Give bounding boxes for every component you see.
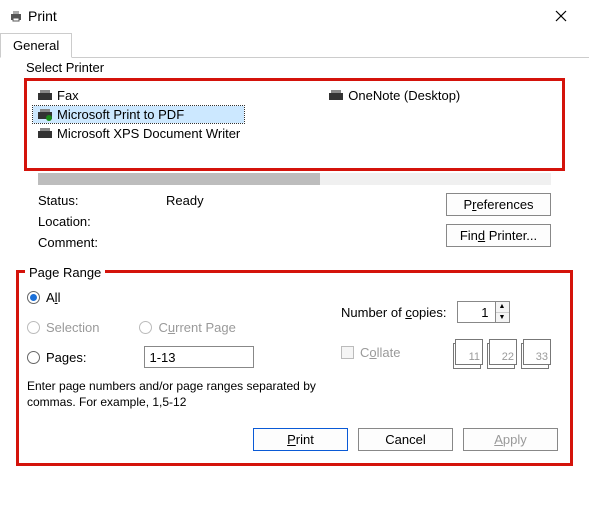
print-button[interactable]: Print (253, 428, 348, 451)
status-value: Ready (166, 193, 204, 208)
preferences-button[interactable]: Preferences (446, 193, 551, 216)
copies-input[interactable] (457, 301, 495, 323)
page-stack-icon: 11 (455, 339, 483, 365)
page-stack-icon: 22 (489, 339, 517, 365)
copies-row: Number of copies: ▲ ▼ (341, 301, 551, 323)
printer-item-label: Fax (57, 88, 79, 103)
spinner-up[interactable]: ▲ (496, 302, 509, 313)
collate-illustration: 11 22 33 (455, 339, 551, 365)
page-range-legend: Page Range (25, 265, 105, 280)
printer-item-label: Microsoft XPS Document Writer (57, 126, 240, 141)
printer-icon (37, 127, 53, 141)
printer-item-label: OneNote (Desktop) (348, 88, 460, 103)
printer-list-scrollbar[interactable] (38, 173, 551, 185)
tab-strip: General (0, 32, 589, 58)
dialog-button-bar: Print Cancel Apply (27, 410, 562, 455)
select-printer-group: Select Printer Fax Microsoft Print to PD… (16, 68, 573, 262)
highlight-printer-box: Fax Microsoft Print to PDF Microsoft Pri… (24, 78, 565, 171)
window-title: Print (24, 8, 541, 24)
collate-row: Collate 11 22 33 (341, 339, 551, 365)
page-stack-icon: 33 (523, 339, 551, 365)
printer-item-fax[interactable]: Fax (33, 87, 244, 104)
status-label: Status: (38, 193, 108, 208)
page-range-hint: Enter page numbers and/or page ranges se… (27, 379, 327, 410)
printer-icon (328, 89, 344, 103)
close-icon (555, 10, 567, 22)
printer-item-ms-pdf[interactable]: Microsoft Print to PDF (33, 106, 244, 123)
radio-all[interactable]: All (27, 287, 327, 307)
comment-label: Comment: (38, 235, 108, 250)
printer-item-onenote[interactable]: OneNote (Desktop) (324, 87, 464, 104)
select-printer-legend: Select Printer (22, 60, 108, 75)
tab-general[interactable]: General (0, 33, 72, 58)
printer-pdf-icon (37, 108, 53, 122)
printer-item-ms-xps[interactable]: Microsoft Print to PDF Microsoft XPS Doc… (33, 125, 244, 142)
pages-input[interactable] (144, 346, 254, 368)
page-range-group: Page Range All Selection Current Page Pa… (16, 270, 573, 466)
radio-current-page: Current Page (139, 317, 235, 337)
location-label: Location: (38, 214, 108, 229)
close-button[interactable] (541, 0, 581, 32)
spinner-down[interactable]: ▼ (496, 313, 509, 323)
printer-item-label: Microsoft Print to PDF (57, 107, 184, 122)
radio-pages[interactable]: Pages: (27, 347, 327, 367)
apply-button: Apply (463, 428, 558, 451)
printer-status-block: Status: Ready Location: Comment: Prefere… (38, 193, 551, 250)
scrollbar-thumb[interactable] (38, 173, 320, 185)
copies-spinner[interactable]: ▲ ▼ (457, 301, 510, 323)
find-printer-button[interactable]: Find Printer... (446, 224, 551, 247)
titlebar: Print (0, 0, 589, 32)
radio-selection: Selection (27, 317, 99, 337)
printer-app-icon (8, 9, 24, 23)
cancel-button[interactable]: Cancel (358, 428, 453, 451)
collate-checkbox (341, 346, 354, 359)
printer-icon (37, 89, 53, 103)
printer-list: Fax Microsoft Print to PDF Microsoft Pri… (33, 87, 556, 162)
